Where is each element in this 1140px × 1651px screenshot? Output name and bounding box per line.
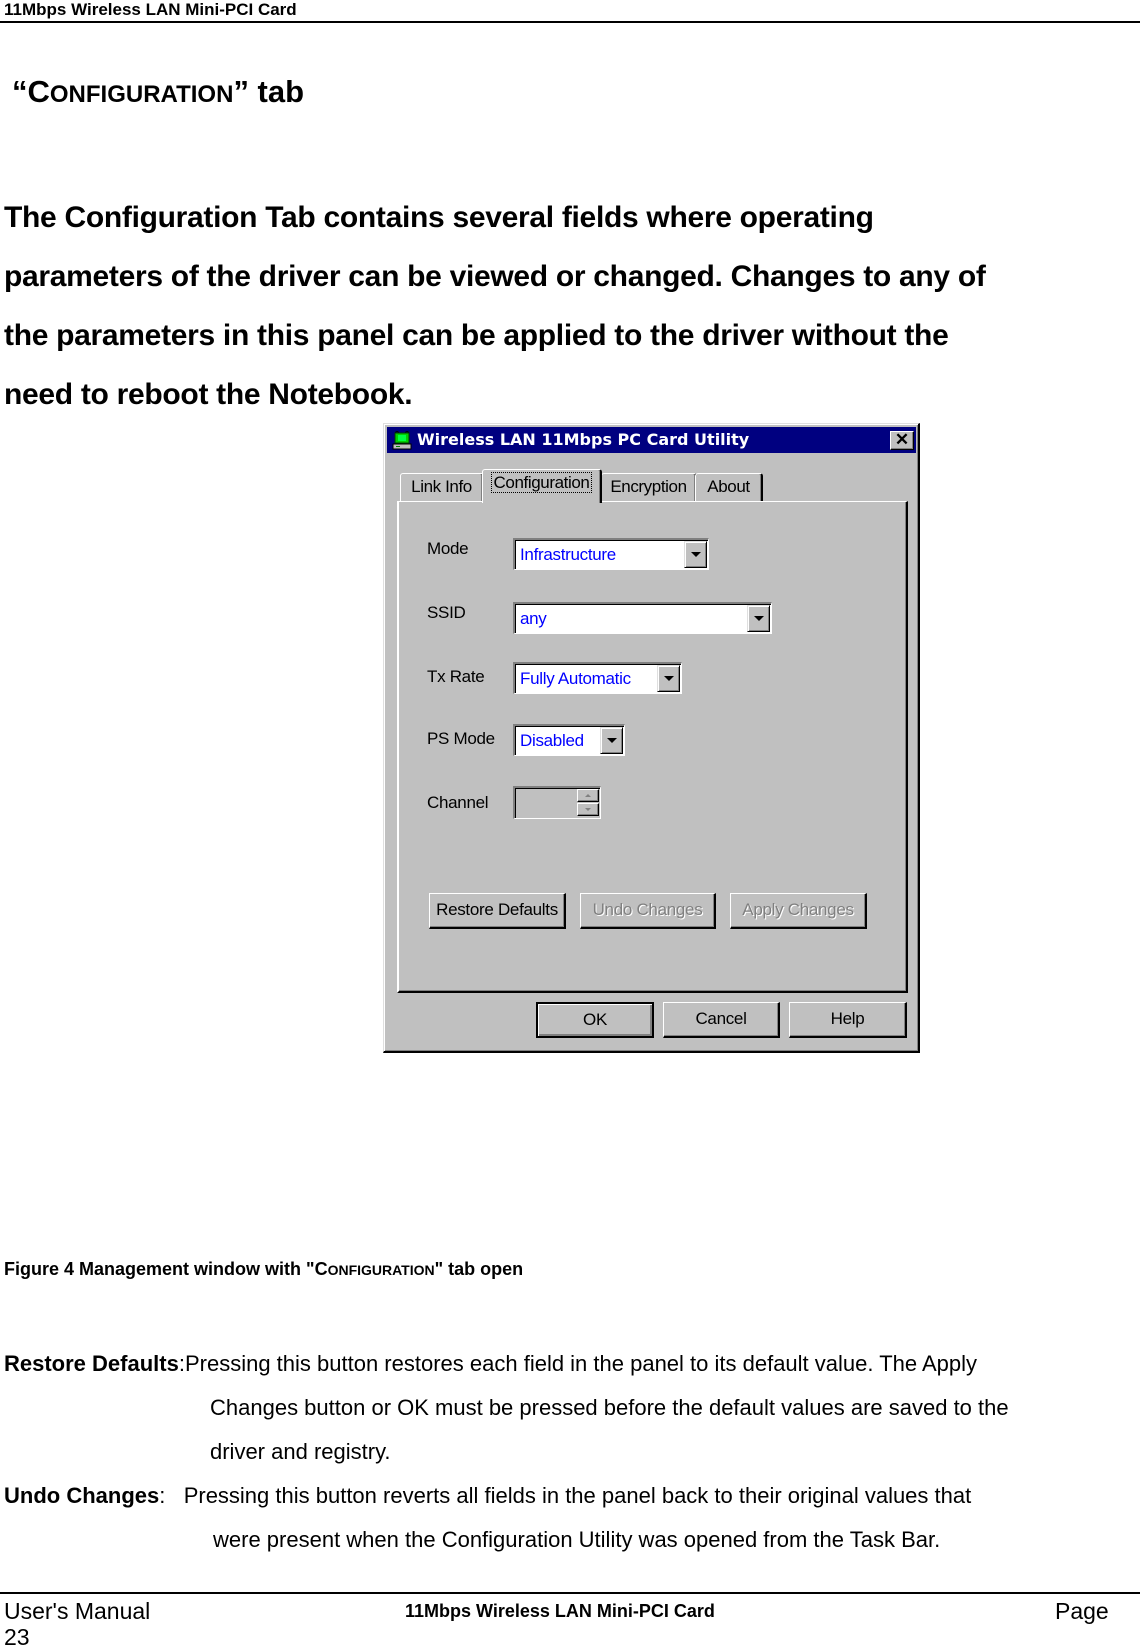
- open-quote: “: [12, 74, 28, 109]
- chevron-down-icon[interactable]: [747, 605, 770, 632]
- intro-paragraph: The Configuration Tab contains several f…: [4, 188, 1140, 424]
- definition-term: Undo Changes: [4, 1483, 160, 1508]
- figure-caption: Figure 4 Management window with "CONFIGU…: [4, 1259, 523, 1280]
- wireless-card-icon: [392, 431, 412, 450]
- chevron-down-icon[interactable]: [684, 541, 707, 568]
- ps-mode-dropdown[interactable]: Disabled: [513, 724, 625, 756]
- header-rule: [0, 21, 1140, 23]
- tx-rate-label: Tx Rate: [427, 667, 485, 686]
- chevron-down-icon[interactable]: [600, 727, 623, 754]
- dialog-title: Wireless LAN 11Mbps PC Card Utility: [417, 430, 750, 449]
- tab-link-info[interactable]: Link Info: [400, 473, 484, 501]
- definition-text: Pressing this button reverts all fields …: [183, 1483, 972, 1508]
- definition-text: driver and registry.: [210, 1439, 391, 1464]
- cancel-button[interactable]: Cancel: [663, 1002, 780, 1038]
- tab-encryption[interactable]: Encryption: [601, 473, 697, 501]
- caption-smallcaps: ONFIGURATION: [327, 1262, 435, 1278]
- ok-button[interactable]: OK: [536, 1002, 654, 1038]
- channel-spinner[interactable]: [513, 786, 601, 819]
- definition-restore-defaults: Restore Defaults:Pressing this button re…: [4, 1342, 977, 1386]
- close-button[interactable]: ✕: [890, 431, 914, 450]
- tab-label: About: [707, 477, 750, 496]
- definition-text: Changes button or OK must be pressed bef…: [210, 1395, 1009, 1420]
- tab-about[interactable]: About: [695, 473, 763, 501]
- utility-dialog: Wireless LAN 11Mbps PC Card Utility ✕ Li…: [383, 423, 920, 1053]
- footer-product: 11Mbps Wireless LAN Mini-PCI Card: [405, 1601, 715, 1621]
- close-quote-tab: ” tab: [233, 74, 305, 109]
- definition-sep: :: [159, 1483, 184, 1508]
- page-header-title: 11Mbps Wireless LAN Mini-PCI Card: [4, 0, 297, 19]
- section-title: “CONFIGURATION” tab: [12, 72, 304, 115]
- title-bar[interactable]: Wireless LAN 11Mbps PC Card Utility ✕: [387, 427, 916, 453]
- ps-mode-value: Disabled: [520, 731, 584, 750]
- intro-line: the parameters in this panel can be appl…: [4, 319, 949, 352]
- chevron-down-icon[interactable]: [657, 665, 680, 692]
- definition-text: were present when the Configuration Util…: [213, 1527, 941, 1552]
- apply-changes-button[interactable]: Apply Changes: [730, 893, 867, 929]
- definition-term: Restore Defaults: [4, 1351, 179, 1376]
- intro-line: need to reboot the Notebook.: [4, 378, 413, 411]
- tab-label: Encryption: [610, 477, 687, 496]
- ssid-value: any: [520, 609, 547, 628]
- intro-line: The Configuration Tab contains several f…: [4, 201, 874, 234]
- undo-changes-button[interactable]: Undo Changes: [580, 893, 716, 929]
- mode-value: Infrastructure: [520, 545, 616, 564]
- tx-rate-value: Fully Automatic: [520, 669, 631, 688]
- ssid-dropdown[interactable]: any: [513, 602, 772, 634]
- ps-mode-label: PS Mode: [427, 729, 495, 748]
- tab-configuration[interactable]: Configuration: [482, 469, 602, 503]
- definition-text: Pressing this button restores each field…: [184, 1351, 978, 1376]
- footer-page-number: 23: [4, 1624, 30, 1650]
- help-button[interactable]: Help: [789, 1002, 907, 1038]
- mode-label: Mode: [427, 539, 469, 558]
- caption-cap: C: [314, 1259, 328, 1279]
- title-cap: C: [27, 74, 50, 109]
- mode-dropdown[interactable]: Infrastructure: [513, 538, 709, 570]
- title-smallcaps: ONFIGURATION: [49, 81, 234, 108]
- caption-prefix: Figure 4 Management window with ": [4, 1259, 315, 1279]
- spin-up-icon[interactable]: [577, 789, 599, 802]
- channel-label: Channel: [427, 793, 489, 812]
- footer-manual: User's Manual: [4, 1598, 151, 1624]
- tab-label: Link Info: [411, 477, 472, 496]
- ssid-label: SSID: [427, 603, 466, 622]
- intro-line: parameters of the driver can be viewed o…: [4, 260, 986, 293]
- footer-rule: [0, 1592, 1140, 1594]
- definition-undo-changes: Undo Changes: Pressing this button rever…: [4, 1474, 971, 1518]
- spin-down-icon[interactable]: [577, 803, 599, 816]
- tx-rate-dropdown[interactable]: Fully Automatic: [513, 662, 682, 694]
- caption-suffix: " tab open: [434, 1259, 524, 1279]
- configuration-panel: Mode Infrastructure SSID any Tx Rate Ful…: [397, 501, 908, 993]
- restore-defaults-button[interactable]: Restore Defaults: [429, 893, 566, 929]
- tab-label: Configuration: [490, 472, 593, 493]
- footer-page-label: Page: [1055, 1598, 1109, 1624]
